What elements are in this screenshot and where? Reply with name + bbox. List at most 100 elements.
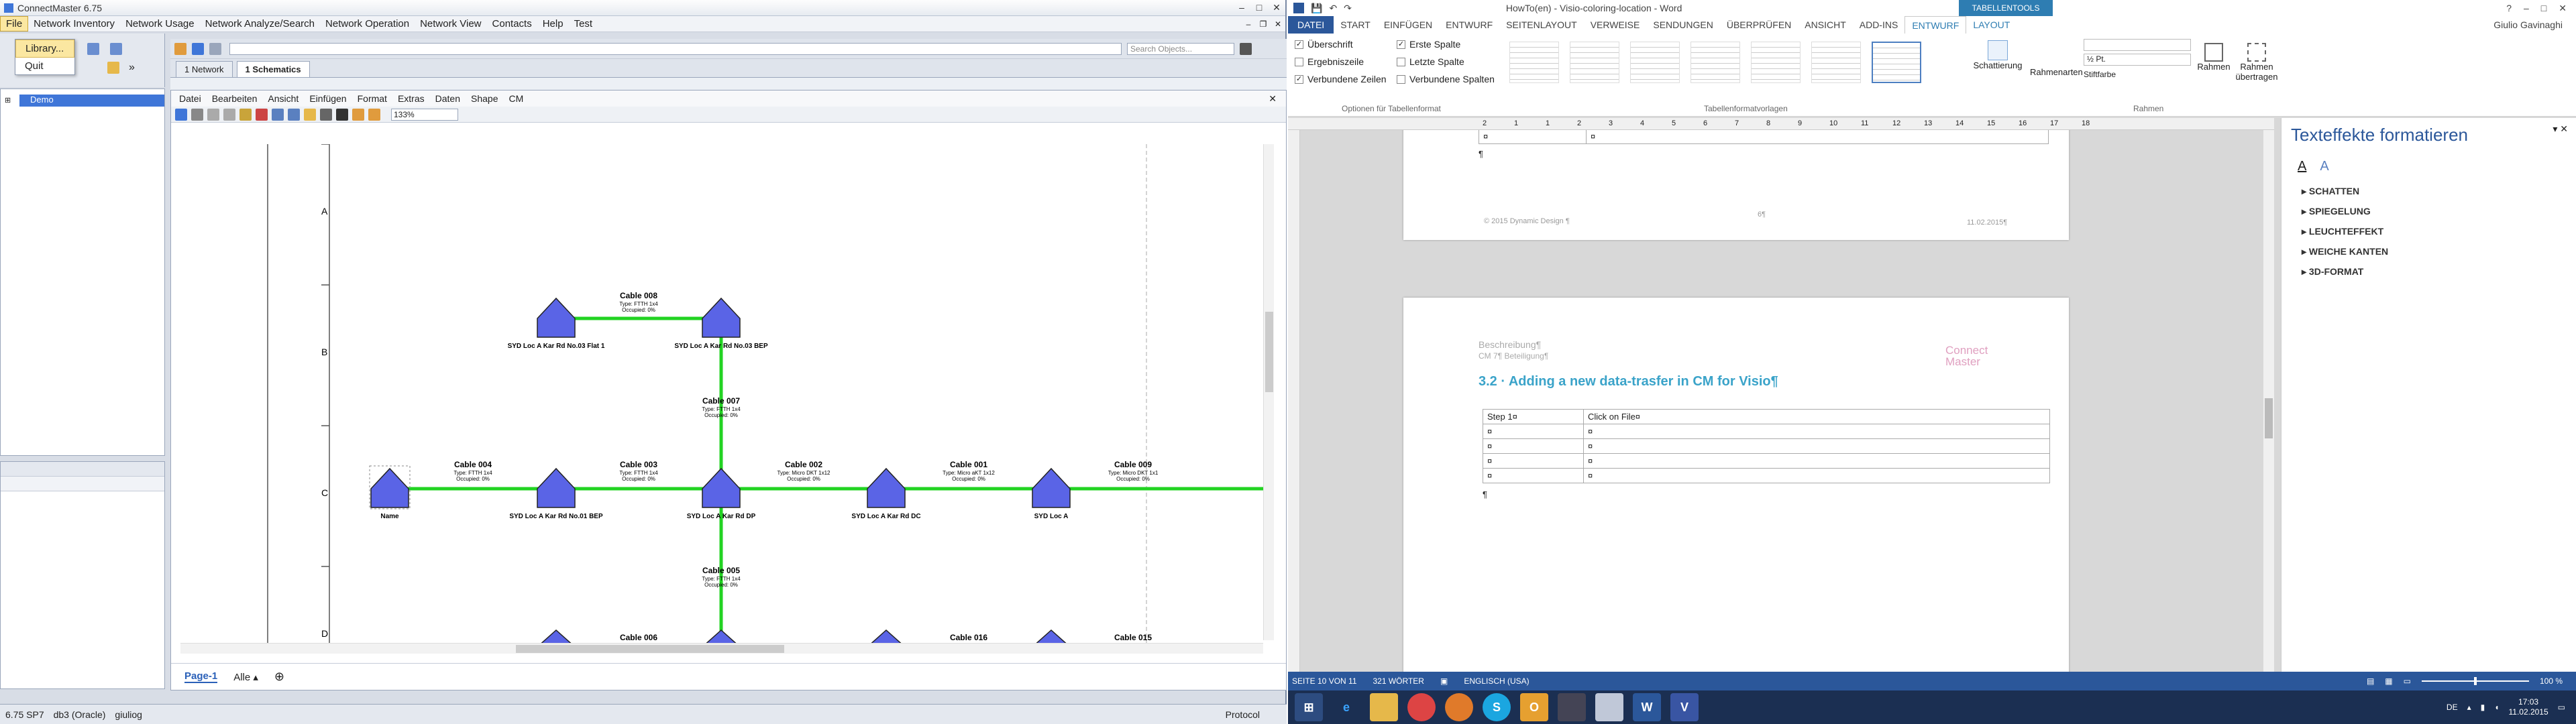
tray-up-icon[interactable]: ▴ <box>2467 703 2471 712</box>
node-shape[interactable] <box>537 467 576 508</box>
add-page-icon[interactable]: ⊕ <box>274 670 284 684</box>
firefox-icon[interactable] <box>1445 693 1473 721</box>
tab-ansicht[interactable]: ANSICHT <box>1798 19 1852 30</box>
undo-icon[interactable] <box>272 108 284 121</box>
search-objects-input[interactable]: Search Objects... <box>1127 42 1234 55</box>
node-shape[interactable] <box>867 467 906 508</box>
border-styles-button[interactable]: Rahmenarten <box>2030 67 2083 77</box>
save-icon[interactable] <box>192 42 204 55</box>
network-node[interactable] <box>1032 467 1071 508</box>
help-icon[interactable]: ? <box>2506 3 2512 14</box>
pointer-icon[interactable] <box>304 108 316 121</box>
volume-icon[interactable]: ◖ <box>2494 703 2499 712</box>
table-style-option[interactable] <box>1509 42 1559 83</box>
line-weight-select[interactable]: ½ Pt. <box>2084 54 2191 66</box>
text-fill-icon[interactable]: A <box>2298 159 2306 174</box>
tab-table-layout[interactable]: LAYOUT <box>1966 19 2017 30</box>
back-icon[interactable] <box>87 43 99 55</box>
network-node[interactable] <box>537 467 576 508</box>
pane-item-glow[interactable]: ▸ LEUCHTEFFEKT <box>2302 221 2576 241</box>
mdi-restore-icon[interactable]: ❐ <box>1256 19 1271 29</box>
notification-icon[interactable]: ▭ <box>2558 703 2565 712</box>
tab-sendungen[interactable]: SENDUNGEN <box>1646 19 1719 30</box>
zoom-in-icon[interactable] <box>352 108 364 121</box>
user-name[interactable]: Giulio Gavinaghi <box>2487 19 2576 30</box>
redo-icon[interactable]: ↷ <box>1344 3 1352 14</box>
chrome-icon[interactable] <box>1407 693 1436 721</box>
table-cell[interactable]: Step 1¤ <box>1483 409 1584 424</box>
pane-item-reflection[interactable]: ▸ SPIEGELUNG <box>2302 201 2576 221</box>
table-cell[interactable]: ¤ <box>1583 438 2050 454</box>
table-row[interactable]: ¤ ¤ <box>1483 453 2050 469</box>
network-node[interactable] <box>702 467 741 508</box>
borders-button[interactable]: Rahmen <box>2195 43 2233 72</box>
network-node[interactable] <box>370 467 409 508</box>
doc-scrollbar[interactable] <box>2263 130 2274 676</box>
tab-start[interactable]: START <box>1334 19 1377 30</box>
table-row[interactable]: ¤ ¤ <box>1483 424 2050 439</box>
tab-verweise[interactable]: VERWEISE <box>1584 19 1647 30</box>
mdi-minimize-icon[interactable]: – <box>1241 19 1256 29</box>
option-banded-rows[interactable]: ✓ Verbundene Zeilen <box>1295 74 1387 84</box>
doc-scrollbar-thumb[interactable] <box>2265 398 2273 438</box>
table-cell[interactable]: ¤ <box>1583 424 2050 439</box>
explorer-icon[interactable] <box>1370 693 1398 721</box>
visio-menu-ansicht[interactable]: Ansicht <box>262 93 304 104</box>
table-cell[interactable]: ¤ <box>1583 453 2050 469</box>
close-icon[interactable]: ✕ <box>1268 2 1285 13</box>
tab-table-entwurf[interactable]: ENTWURF <box>1904 16 1967 34</box>
menu-test[interactable]: Test <box>569 17 598 31</box>
option-first-column[interactable]: ✓ Erste Spalte <box>1397 39 1460 50</box>
menu-network-view[interactable]: Network View <box>415 17 486 31</box>
print-layout-icon[interactable]: ▦ <box>2385 676 2392 686</box>
tree-node-demo[interactable]: Demo <box>19 95 164 107</box>
binoculars-icon[interactable] <box>1240 42 1252 55</box>
minimize-icon[interactable]: – <box>1233 2 1250 13</box>
forward-icon[interactable] <box>110 43 122 55</box>
close-icon[interactable]: ✕ <box>2559 3 2567 14</box>
more-icon[interactable]: » <box>129 62 135 74</box>
network-icon[interactable]: ▮ <box>2481 703 2485 712</box>
tab-ueberpruefen[interactable]: ÜBERPRÜFEN <box>1720 19 1798 30</box>
expand-icon[interactable]: ⊞ <box>5 96 11 105</box>
edit-icon[interactable] <box>107 62 119 74</box>
print-icon[interactable] <box>191 108 203 121</box>
shading-button[interactable]: Schattierung <box>1971 40 2025 70</box>
node-shape[interactable] <box>702 297 741 338</box>
page-tab-all[interactable]: Alle ▴ <box>233 671 258 683</box>
table-row[interactable]: ¤ ¤ <box>1483 438 2050 454</box>
visio-menu-datei[interactable]: Datei <box>174 93 207 104</box>
visio-menu-cm[interactable]: CM <box>503 93 529 104</box>
menu-item-quit[interactable]: Quit <box>15 58 74 74</box>
minimize-icon[interactable]: – <box>2524 3 2529 14</box>
word-icon[interactable]: W <box>1633 693 1661 721</box>
node-shape[interactable] <box>537 297 576 338</box>
network-node[interactable] <box>867 467 906 508</box>
maximize-icon[interactable]: □ <box>2541 3 2546 14</box>
zoom-slider-thumb[interactable] <box>2473 677 2477 685</box>
table-cell[interactable]: ¤ <box>1483 424 1584 439</box>
table-style-option[interactable] <box>1751 42 1801 83</box>
visio-menu-extras[interactable]: Extras <box>392 93 430 104</box>
ie-icon[interactable]: e <box>1332 693 1360 721</box>
vertical-scrollbar[interactable] <box>1263 144 1274 640</box>
network-node[interactable] <box>537 297 576 338</box>
tab-datei[interactable]: DATEI <box>1288 16 1334 34</box>
node-shape[interactable] <box>370 467 409 508</box>
option-last-column[interactable]: Letzte Spalte <box>1397 56 1464 67</box>
tab-entwurf[interactable]: ENTWURF <box>1439 19 1499 30</box>
pane-item-3d-format[interactable]: ▸ 3D-FORMAT <box>2302 261 2576 282</box>
menu-file[interactable]: File <box>0 16 29 32</box>
table-row[interactable]: ¤ ¤ <box>1483 468 2050 483</box>
table-cell[interactable]: ¤ <box>1483 468 1584 483</box>
zoom-select[interactable]: 133% <box>391 108 458 121</box>
zoom-out-icon[interactable] <box>368 108 380 121</box>
menu-contacts[interactable]: Contacts <box>487 17 537 31</box>
tab-einfuegen[interactable]: EINFÜGEN <box>1377 19 1439 30</box>
table-style-option[interactable] <box>1570 42 1619 83</box>
connectmaster-icon[interactable] <box>1558 693 1586 721</box>
option-banded-columns[interactable]: Verbundene Spalten <box>1397 74 1495 84</box>
start-icon[interactable]: ⊞ <box>1295 693 1323 721</box>
text-effects-icon[interactable]: A <box>2320 159 2328 174</box>
menu-network-usage[interactable]: Network Usage <box>120 17 200 31</box>
